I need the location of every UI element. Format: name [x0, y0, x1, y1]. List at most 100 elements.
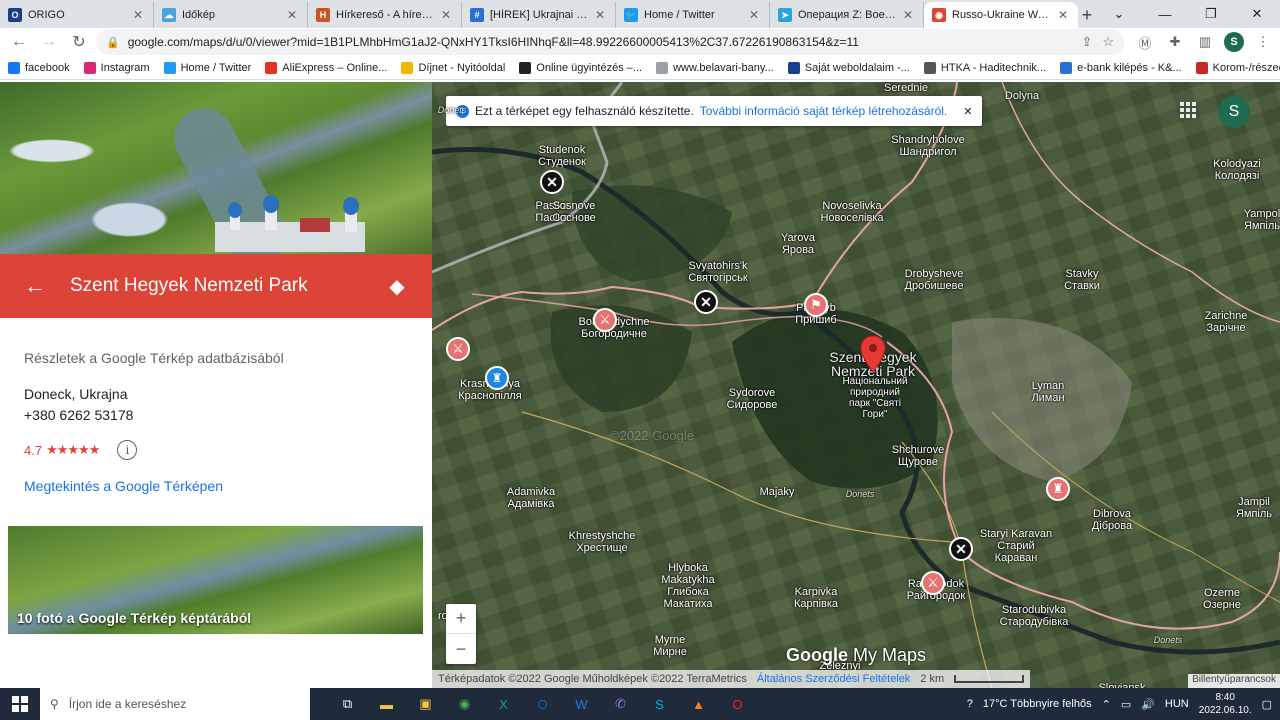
bookmark-item[interactable]: Korom-/részecskes... — [1195, 61, 1280, 74]
browser-tab[interactable]: ◉ Russo-Ukraine War – G ✕ — [924, 2, 1078, 28]
battle-marker-icon[interactable]: ⚔ — [921, 571, 945, 595]
tab-close-icon[interactable]: ✕ — [287, 8, 299, 22]
chrome-icon[interactable]: ◉ — [445, 688, 484, 720]
url-text[interactable]: google.com/maps/d/u/0/viewer?mid=1B1PLMh… — [128, 35, 1074, 49]
selected-place-pin-icon[interactable] — [860, 335, 886, 373]
banner-learn-more-link[interactable]: További információ saját térkép létrehoz… — [700, 104, 947, 118]
tab-close-icon[interactable]: ✕ — [903, 8, 915, 22]
taskbar-search-box[interactable]: ⚲ Írjon ide a kereséshez — [40, 688, 310, 720]
destroyed-marker-icon[interactable]: ✕ — [949, 537, 973, 561]
bookmark-item[interactable]: HTKA - Haditechnik... — [923, 61, 1046, 74]
map-label-myrne: Myrne Мирне — [653, 634, 687, 658]
vlc-icon[interactable]: ▲ — [679, 688, 718, 720]
browser-tab[interactable]: ☁ Időkép ✕ — [154, 2, 308, 28]
new-tab-button[interactable]: + — [1078, 2, 1096, 28]
outlook-icon[interactable]: O — [523, 688, 562, 720]
extension-m-icon[interactable]: Ⓜ — [1134, 31, 1156, 53]
tab-close-icon[interactable]: ✕ — [133, 8, 145, 22]
skype-icon[interactable]: S — [640, 688, 679, 720]
fortress-marker-icon[interactable]: ♜ — [1046, 477, 1070, 501]
close-window-button[interactable]: ✕ — [1234, 6, 1280, 22]
bookmark-label: Korom-/részecskes... — [1212, 61, 1280, 74]
browser-tab[interactable]: # [HÍREK] Ukrajnai fegyve ✕ — [462, 2, 616, 28]
lock-icon[interactable]: 🔒 — [106, 36, 120, 49]
excel-icon[interactable]: X — [484, 688, 523, 720]
zoom-in-button[interactable]: + — [446, 604, 476, 634]
bookmark-item[interactable]: Saját weboldalaim -... — [787, 61, 910, 74]
clock[interactable]: 8:40 2022.06.10. — [1199, 691, 1252, 717]
browser-tab[interactable]: ➤ Операция Z: Военкорр ✕ — [770, 2, 924, 28]
info-icon[interactable]: i — [117, 440, 138, 460]
place-phone[interactable]: +380 6262 53178 — [24, 405, 414, 426]
keyboard-shortcuts-link[interactable]: Billentyűparancsok — [1188, 674, 1280, 688]
bookmark-item[interactable]: Díjnet - Nyitóoldal — [401, 61, 506, 74]
tab-close-icon[interactable]: ✕ — [441, 8, 453, 22]
tab-search-icon[interactable]: ⌄ — [1096, 6, 1142, 22]
network-icon[interactable]: ▭ — [1121, 698, 1131, 711]
help-icon[interactable]: ? — [967, 698, 973, 710]
close-banner-icon[interactable]: ✕ — [963, 105, 972, 118]
bookmark-item[interactable]: Instagram — [83, 61, 150, 74]
bookmark-item[interactable]: AliExpress – Online... — [265, 61, 387, 74]
tab-title: [HÍREK] Ukrajnai fegyve — [490, 9, 589, 21]
profile-avatar[interactable]: S — [1224, 32, 1244, 52]
battle-marker-icon[interactable]: ⚔ — [593, 308, 617, 332]
browser-tab[interactable]: 🐦 Home / Twitter ✕ — [616, 2, 770, 28]
bookmark-label: Díjnet - Nyitóoldal — [418, 61, 506, 74]
map-canvas[interactable]: i Ezt a térképet egy felhasználó készíte… — [432, 82, 1280, 688]
side-panel-icon[interactable]: ▥ — [1194, 31, 1216, 53]
bookmark-star-icon[interactable]: ☆ — [1102, 34, 1114, 50]
flag-marker-icon[interactable]: ⚑ — [804, 293, 828, 317]
google-my-maps-logo: Google My Maps — [786, 645, 927, 665]
directions-icon[interactable]: ◆ — [362, 274, 432, 299]
bookmark-item[interactable]: www.belavari-bany... — [656, 61, 774, 74]
tab-close-icon[interactable]: ✕ — [749, 8, 761, 22]
fortress-marker-icon[interactable]: ♜ — [485, 366, 509, 390]
photo-gallery-thumbnail[interactable]: 10 fotó a Google Térkép képtárából — [8, 526, 423, 634]
forward-icon[interactable]: → — [36, 29, 62, 55]
language-indicator[interactable]: HUN — [1165, 698, 1189, 710]
address-bar[interactable]: 🔒 google.com/maps/d/u/0/viewer?mid=1B1PL… — [96, 29, 1124, 55]
place-hero-photo[interactable] — [0, 82, 432, 277]
battle-marker-icon[interactable]: ⚔ — [446, 337, 470, 361]
place-panel: ← Szent Hegyek Nemzeti Park ◆ Részletek … — [0, 82, 432, 688]
opera-icon[interactable]: O — [718, 688, 757, 720]
bookmark-item[interactable]: Online ügyintézés –... — [519, 61, 642, 74]
windows-start-icon[interactable] — [0, 696, 40, 712]
share-icon[interactable]: ⇪ — [1081, 34, 1092, 50]
bookmark-item[interactable]: Home / Twitter — [163, 61, 251, 74]
destroyed-marker-icon[interactable]: ✕ — [694, 290, 718, 314]
tab-close-icon[interactable]: ✕ — [1058, 8, 1070, 22]
browser-tab[interactable]: O ORIGO ✕ — [0, 2, 154, 28]
back-icon[interactable]: ← — [6, 29, 32, 55]
store-icon[interactable]: ▣ — [406, 688, 445, 720]
bookmark-favicon-icon — [1060, 61, 1073, 74]
view-in-google-maps-link[interactable]: Megtekintés a Google Térképen — [24, 478, 414, 494]
weather-text[interactable]: 17°C Többnyire felhős — [983, 698, 1092, 710]
extensions-puzzle-icon[interactable]: ✚ — [1164, 31, 1186, 53]
place-details: Részletek a Google Térkép adatbázisából … — [24, 350, 414, 494]
destroyed-marker-icon[interactable]: ✕ — [540, 170, 564, 194]
notifications-icon[interactable]: ▢ — [1262, 698, 1272, 711]
account-avatar[interactable]: S — [1218, 96, 1250, 128]
task-view-icon[interactable]: ⧉ — [328, 688, 367, 720]
viber-icon[interactable]: ✆ — [601, 688, 640, 720]
apps-grid-icon[interactable] — [1180, 102, 1196, 118]
terms-link[interactable]: Általános Szerződési Feltételek — [757, 673, 910, 685]
menu-kebab-icon[interactable]: ⋮ — [1252, 31, 1274, 53]
scale-bar[interactable]: 2 km — [920, 673, 944, 685]
file-explorer-icon[interactable]: ▬ — [367, 688, 406, 720]
tab-close-icon[interactable]: ✕ — [595, 8, 607, 22]
bookmark-item[interactable]: facebook — [8, 61, 70, 74]
maximize-button[interactable]: ❐ — [1188, 6, 1234, 22]
browser-tab[interactable]: H Hírkereső - A hírek itt k ✕ — [308, 2, 462, 28]
back-arrow-icon[interactable]: ← — [0, 273, 70, 299]
reload-icon[interactable]: ↻ — [66, 29, 92, 55]
bookmark-favicon-icon — [923, 61, 936, 74]
volume-icon[interactable]: 🔊 — [1141, 698, 1155, 711]
tray-chevron-icon[interactable]: ⌃ — [1102, 698, 1111, 711]
zoom-out-button[interactable]: − — [446, 634, 476, 664]
bookmark-item[interactable]: e-bank kilépés - K&... — [1060, 61, 1182, 74]
minimize-button[interactable]: — — [1142, 7, 1188, 22]
word-icon[interactable]: W — [562, 688, 601, 720]
